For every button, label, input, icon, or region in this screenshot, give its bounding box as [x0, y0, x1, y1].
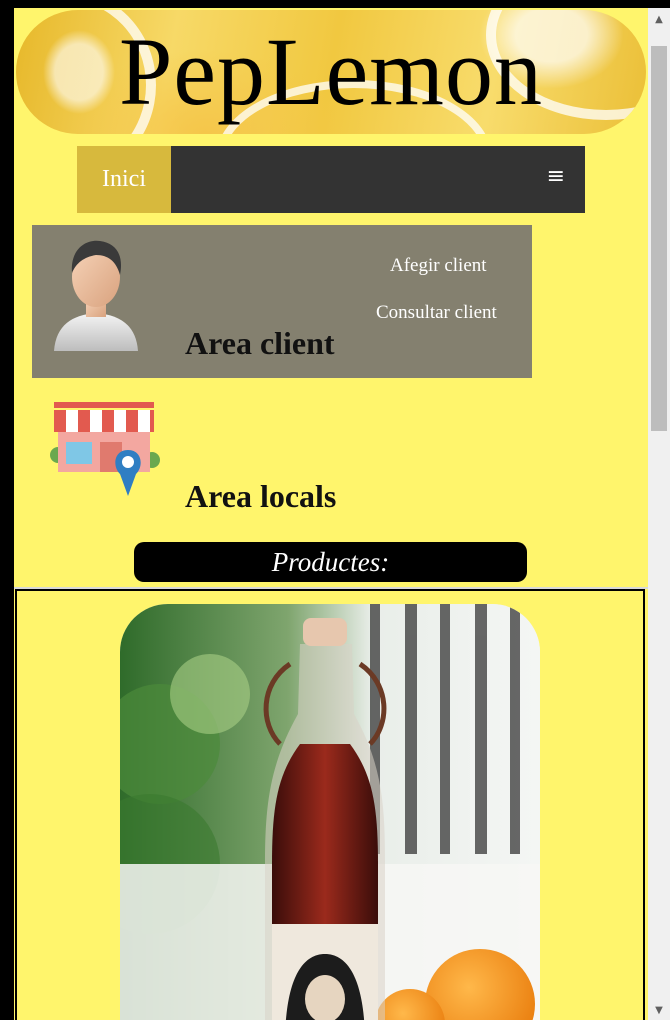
scrollbar-thumb[interactable]	[651, 46, 667, 431]
vertical-scrollbar[interactable]: ▲ ▼	[648, 8, 670, 1020]
hamburger-icon[interactable]: ≡	[547, 164, 565, 190]
scroll-down-arrow-icon[interactable]: ▼	[648, 1005, 670, 1016]
nav-home-link[interactable]: Inici	[77, 146, 171, 213]
client-area-title: Area client	[185, 325, 335, 361]
main-nav: Inici ≡	[77, 146, 585, 213]
add-client-link[interactable]: Afegir client	[390, 255, 487, 277]
client-area: Area client Afegir client Consultar clie…	[32, 225, 532, 378]
header-banner: PepLemon	[16, 10, 646, 134]
store-location-icon	[50, 402, 160, 496]
scroll-up-arrow-icon[interactable]: ▲	[648, 14, 670, 25]
products-heading: Productes:	[134, 542, 527, 582]
page: PepLemon Inici ≡ Area client Afegir clie…	[14, 8, 648, 1020]
site-logo[interactable]: PepLemon	[16, 20, 646, 124]
user-avatar-icon	[54, 240, 138, 351]
locals-area-title: Area locals	[185, 478, 337, 514]
product-image[interactable]	[120, 604, 540, 1020]
search-client-link[interactable]: Consultar client	[376, 302, 497, 324]
product-card[interactable]	[15, 589, 645, 1020]
